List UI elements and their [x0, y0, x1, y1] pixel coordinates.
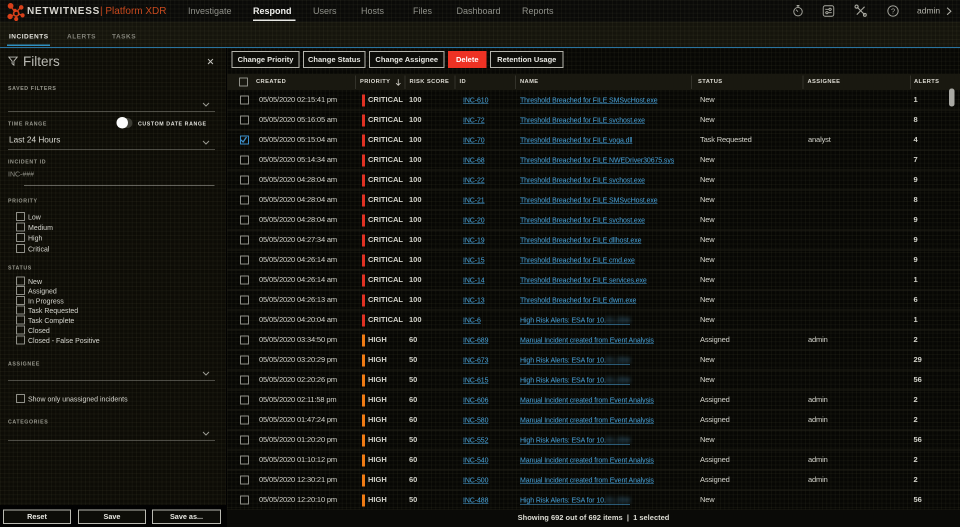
svg-text:?: ? — [891, 7, 895, 16]
